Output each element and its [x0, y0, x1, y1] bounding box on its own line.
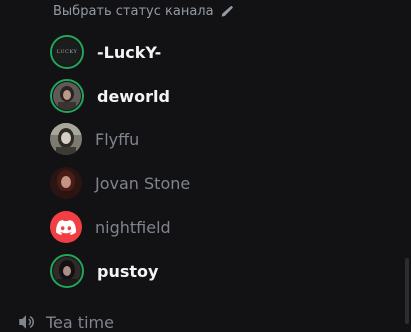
- lucky-logo-text: LUCKY: [56, 49, 78, 55]
- discord-icon: [56, 219, 76, 235]
- avatar: [50, 167, 82, 199]
- voice-member-pustoy[interactable]: pustoy: [50, 251, 390, 291]
- member-name: -LuckY-: [97, 42, 162, 62]
- member-name: nightfield: [95, 217, 171, 237]
- member-name: deworld: [97, 86, 170, 106]
- lucky-logo-icon: LUCKY: [53, 38, 81, 66]
- avatar-photo: [50, 123, 82, 155]
- voice-member-nightfield[interactable]: nightfield: [50, 207, 390, 247]
- avatar: [50, 79, 84, 113]
- scrollbar[interactable]: [403, 0, 411, 324]
- speaker-icon: [19, 315, 35, 329]
- voice-member-jovan-stone[interactable]: Jovan Stone: [50, 163, 390, 203]
- voice-member-lucky[interactable]: LUCKY -LuckY-: [50, 32, 390, 72]
- channel-name: Tea time: [46, 312, 114, 332]
- avatar: [50, 123, 82, 155]
- member-name: Flyffu: [95, 129, 140, 149]
- avatar: LUCKY: [50, 35, 84, 69]
- avatar: [50, 254, 84, 288]
- channel-status-placeholder: Выбрать статус канала: [53, 3, 214, 19]
- avatar: [50, 211, 82, 243]
- scrollbar-thumb[interactable]: [405, 258, 409, 324]
- avatar-photo: [50, 167, 82, 199]
- avatar-photo: [53, 257, 81, 285]
- pencil-icon: [220, 5, 233, 18]
- voice-member-deworld[interactable]: deworld: [50, 76, 390, 116]
- voice-channel-tea-time[interactable]: Tea time: [16, 312, 114, 332]
- channel-status-button[interactable]: Выбрать статус канала: [53, 1, 233, 21]
- member-name: Jovan Stone: [95, 173, 191, 193]
- voice-member-flyffu[interactable]: Flyffu: [50, 119, 390, 159]
- avatar-photo: [53, 82, 81, 110]
- member-name: pustoy: [97, 261, 159, 281]
